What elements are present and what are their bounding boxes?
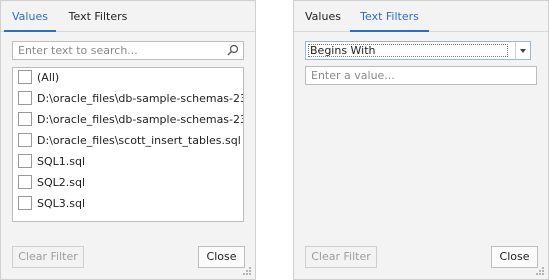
filter-value-field[interactable]: Enter a value... <box>305 66 537 85</box>
list-item[interactable]: SQL2.sql <box>13 173 243 194</box>
resize-grip-icon[interactable] <box>242 266 252 276</box>
filter-value-input[interactable]: Enter a value... <box>311 69 395 82</box>
list-item-label: SQL3.sql <box>37 197 86 210</box>
list-item-label: SQL2.sql <box>37 176 86 189</box>
list-item[interactable]: D:\oracle_files\scott_insert_tables.sql <box>13 131 243 152</box>
checkbox[interactable] <box>18 133 32 147</box>
list-item-label: SQL1.sql <box>37 155 86 168</box>
checkbox[interactable] <box>18 70 32 84</box>
tab-text-filters[interactable]: Text Filters <box>350 1 429 32</box>
tab-bar: Values Text Filters <box>1 1 255 32</box>
values-list[interactable]: (All) D:\oracle_files\db-sample-schemas-… <box>12 67 244 222</box>
search-input[interactable]: Enter text to search... <box>18 44 138 57</box>
list-item[interactable]: D:\oracle_files\db-sample-schemas-23.... <box>13 110 243 131</box>
list-item-label: D:\oracle_files\scott_insert_tables.sql <box>37 134 241 147</box>
clear-filter-button[interactable]: Clear Filter <box>305 246 377 268</box>
list-item[interactable]: SQL3.sql <box>13 194 243 215</box>
close-button[interactable]: Close <box>198 246 245 268</box>
search-icon[interactable] <box>227 44 239 56</box>
list-item[interactable]: D:\oracle_files\db-sample-schemas-23.... <box>13 89 243 110</box>
resize-grip-icon[interactable] <box>535 266 545 276</box>
checkbox[interactable] <box>18 112 32 126</box>
tab-values[interactable]: Values <box>4 1 56 32</box>
text-filters-panel: Values Text Filters Begins With Enter a … <box>293 0 549 280</box>
chevron-down-icon[interactable] <box>515 42 530 59</box>
checkbox[interactable] <box>18 154 32 168</box>
tab-values[interactable]: Values <box>300 1 346 31</box>
list-item-label: (All) <box>37 71 60 84</box>
close-button[interactable]: Close <box>491 246 538 268</box>
list-item[interactable]: (All) <box>13 68 243 89</box>
tab-text-filters[interactable]: Text Filters <box>61 1 135 31</box>
list-item-label: D:\oracle_files\db-sample-schemas-23.... <box>37 113 244 126</box>
clear-filter-button[interactable]: Clear Filter <box>12 246 84 268</box>
checkbox[interactable] <box>18 196 32 210</box>
search-field[interactable]: Enter text to search... <box>12 41 244 60</box>
operator-dropdown[interactable]: Begins With <box>305 41 531 60</box>
list-item-label: D:\oracle_files\db-sample-schemas-23.... <box>37 92 244 105</box>
tab-bar: Values Text Filters <box>294 1 548 32</box>
operator-selected-value: Begins With <box>310 44 376 57</box>
checkbox[interactable] <box>18 175 32 189</box>
values-filter-panel: Values Text Filters Enter text to search… <box>0 0 256 280</box>
checkbox[interactable] <box>18 91 32 105</box>
list-item[interactable]: SQL1.sql <box>13 152 243 173</box>
